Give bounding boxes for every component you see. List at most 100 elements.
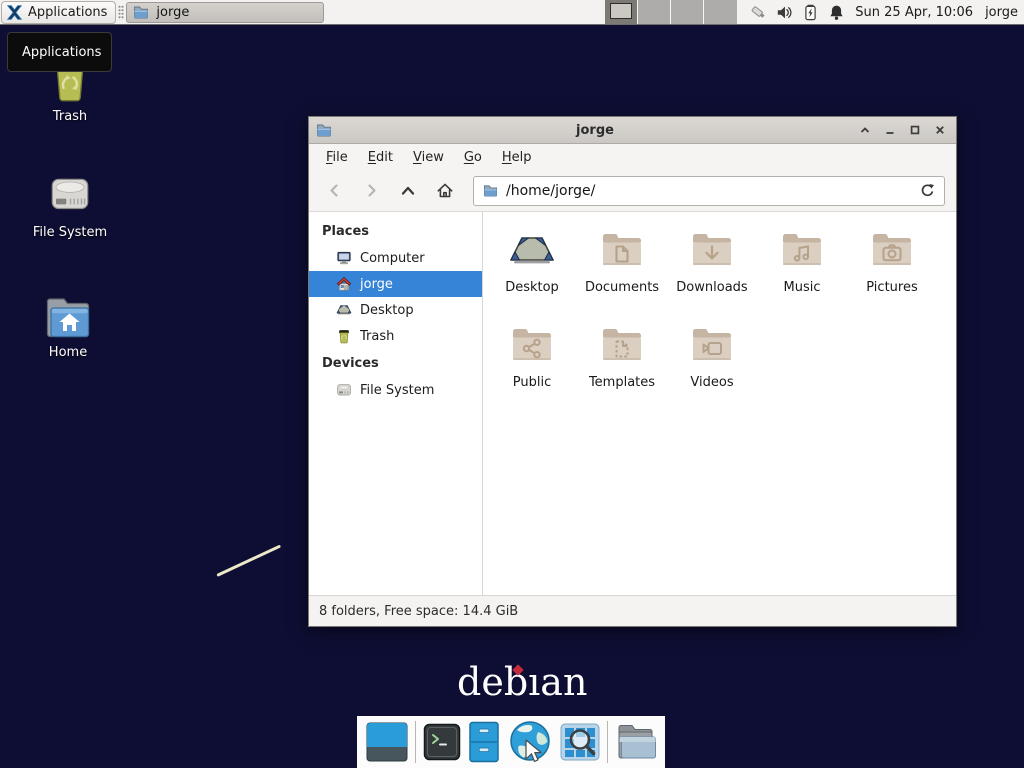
debian-logo-text: debıan <box>457 660 587 704</box>
panel-clock[interactable]: Sun 25 Apr, 10:06 <box>855 5 973 20</box>
sidebar-item-trash[interactable]: Trash <box>309 323 482 349</box>
taskbar-window-label: jorge <box>156 5 189 20</box>
folder-templates-icon <box>598 321 646 369</box>
panel-right-cluster: Sun 25 Apr, 10:06 jorge <box>605 0 1024 24</box>
location-bar[interactable]: /home/jorge/ <box>473 176 945 206</box>
window-title: jorge <box>338 123 852 138</box>
desktop-icon-file-system[interactable]: File System <box>30 168 110 240</box>
sidebar-item-computer[interactable]: Computer <box>309 245 482 271</box>
file-item-public[interactable]: Public <box>487 321 577 416</box>
file-item-desktop[interactable]: Desktop <box>487 226 577 321</box>
sidebar-item-desktop[interactable]: Desktop <box>309 297 482 323</box>
top-panel: Applications jorge <box>0 0 1024 25</box>
computer-icon <box>336 250 352 266</box>
desktop-icon-home[interactable]: Home <box>28 288 108 360</box>
file-item-pictures[interactable]: Pictures <box>847 226 937 321</box>
debian-wallpaper-logo: debıan <box>457 662 587 704</box>
file-item-documents[interactable]: Documents <box>577 226 667 321</box>
sidebar-item-file-system[interactable]: File System <box>309 377 482 403</box>
desktop-icon-label: File System <box>30 225 110 240</box>
forward-button[interactable] <box>359 178 383 204</box>
show-desktop-icon[interactable] <box>366 722 408 762</box>
reload-icon[interactable] <box>920 183 935 198</box>
file-manager-window: jorge File Edit View Go Help <box>308 116 957 627</box>
dock-separator <box>607 721 608 763</box>
sidebar-item-label: jorge <box>360 277 393 292</box>
folder-documents-icon <box>598 226 646 274</box>
sidebar-places-header: Places <box>309 217 482 245</box>
workspace-4[interactable] <box>704 0 737 24</box>
workspace-1[interactable] <box>605 0 638 24</box>
system-tray <box>750 4 845 21</box>
hard-drive-icon <box>30 168 110 220</box>
file-item-label: Templates <box>589 375 655 390</box>
sidebar-item-label: Trash <box>360 329 394 344</box>
removable-device-icon[interactable] <box>750 4 767 21</box>
desktop-icon <box>336 302 352 318</box>
maximize-button[interactable] <box>908 124 921 137</box>
workspace-window-thumb <box>610 3 632 19</box>
terminal-icon[interactable] <box>423 723 461 761</box>
close-button[interactable] <box>933 124 946 137</box>
file-item-music[interactable]: Music <box>757 226 847 321</box>
file-item-label: Downloads <box>676 280 747 295</box>
shade-button[interactable] <box>858 124 871 137</box>
up-button[interactable] <box>396 178 420 204</box>
file-cabinet-icon[interactable] <box>468 721 500 763</box>
location-path[interactable]: /home/jorge/ <box>506 183 912 199</box>
file-item-label: Videos <box>690 375 733 390</box>
file-grid: Desktop Documents Downloads Music <box>483 212 956 595</box>
applications-menu-label: Applications <box>28 5 107 20</box>
menu-view[interactable]: View <box>403 146 454 169</box>
folder-icon <box>133 4 149 20</box>
sidebar-item-label: File System <box>360 383 434 398</box>
file-item-label: Pictures <box>866 280 917 295</box>
hard-drive-icon <box>336 382 352 398</box>
folder-public-icon <box>508 321 556 369</box>
home-button[interactable] <box>433 178 457 204</box>
applications-menu-button[interactable]: Applications <box>1 1 116 24</box>
file-item-templates[interactable]: Templates <box>577 321 667 416</box>
status-text: 8 folders, Free space: 14.4 GiB <box>319 604 518 619</box>
tooltip-text: Applications <box>22 45 101 60</box>
taskbar-window-button[interactable]: jorge <box>126 2 324 23</box>
file-item-downloads[interactable]: Downloads <box>667 226 757 321</box>
dock-separator <box>415 721 416 763</box>
window-controls <box>858 124 946 137</box>
file-item-label: Music <box>784 280 821 295</box>
menu-edit[interactable]: Edit <box>358 146 403 169</box>
panel-handle[interactable] <box>118 5 124 20</box>
notifications-bell-icon[interactable] <box>828 4 845 21</box>
workspace-2[interactable] <box>638 0 671 24</box>
desktop-icon-label: Home <box>28 345 108 360</box>
minimize-button[interactable] <box>883 124 896 137</box>
folder-videos-icon <box>688 321 736 369</box>
dock-panel <box>357 716 665 768</box>
volume-icon[interactable] <box>776 4 793 21</box>
web-browser-globe-icon[interactable] <box>507 720 553 765</box>
directory-menu-folder-icon[interactable] <box>615 724 657 760</box>
menu-go[interactable]: Go <box>454 146 492 169</box>
window-icon[interactable] <box>316 122 332 138</box>
panel-user-menu[interactable]: jorge <box>985 5 1018 20</box>
desktop-icon-label: Trash <box>30 109 110 124</box>
battery-icon[interactable] <box>802 4 819 21</box>
toolbar: /home/jorge/ <box>309 170 956 211</box>
wallpaper-swoosh-line <box>216 545 281 577</box>
workspace-3[interactable] <box>671 0 704 24</box>
status-bar: 8 folders, Free space: 14.4 GiB <box>309 595 956 626</box>
window-titlebar[interactable]: jorge <box>309 117 956 144</box>
file-item-videos[interactable]: Videos <box>667 321 757 416</box>
sidebar-devices-header: Devices <box>309 349 482 377</box>
back-button[interactable] <box>322 178 346 204</box>
folder-music-icon <box>778 226 826 274</box>
window-body: Places Computer jorge Desktop <box>309 211 956 595</box>
home-folder-icon <box>28 288 108 340</box>
sidebar-item-jorge[interactable]: jorge <box>309 271 482 297</box>
folder-icon <box>483 183 498 198</box>
menu-file[interactable]: File <box>316 146 358 169</box>
application-finder-icon[interactable] <box>560 723 600 761</box>
menu-help[interactable]: Help <box>492 146 542 169</box>
sidebar-item-label: Computer <box>360 251 425 266</box>
file-item-label: Desktop <box>505 280 559 295</box>
